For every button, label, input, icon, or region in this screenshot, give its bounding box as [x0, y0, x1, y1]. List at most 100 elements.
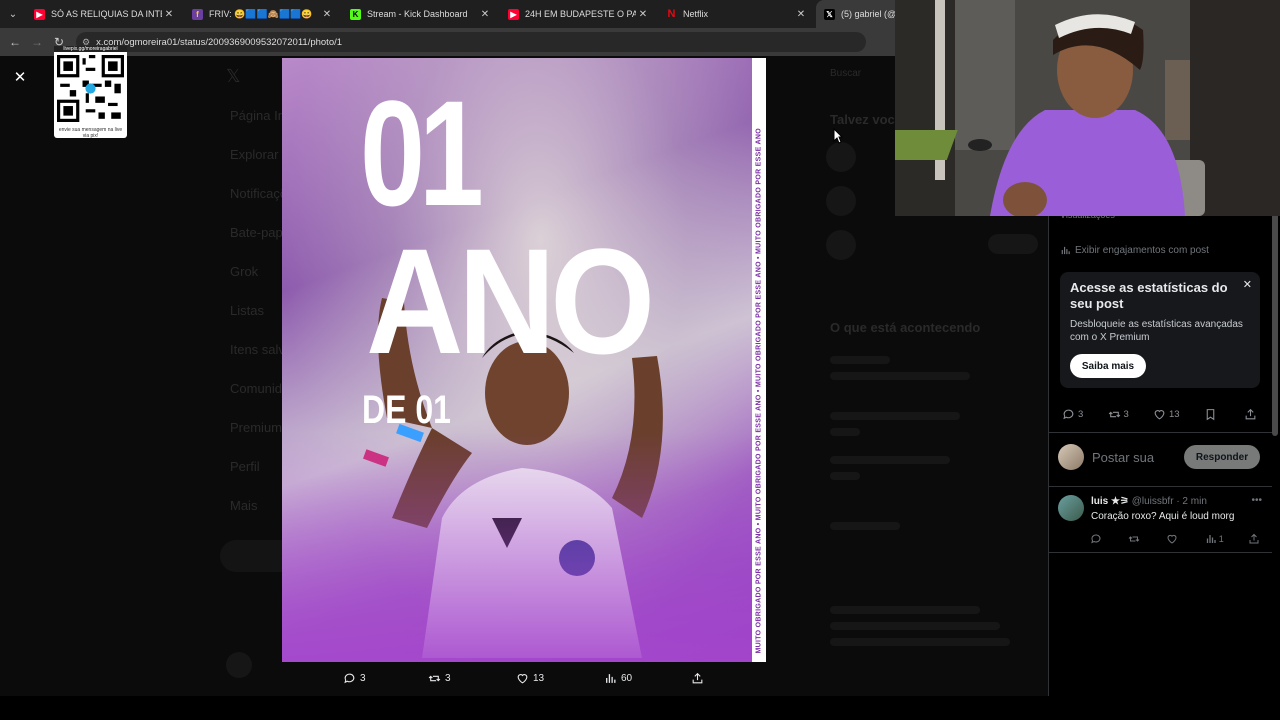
engagements-link-text: Exibir engajamentos com post — [1075, 245, 1209, 256]
streamer-webcam-image — [895, 0, 1280, 216]
avatar — [1058, 444, 1084, 470]
promo-title: Acesse as estatísticas do seu post — [1070, 280, 1228, 311]
close-tab-icon[interactable]: ✕ — [636, 9, 650, 20]
divider — [1048, 486, 1272, 487]
friv-icon: f — [192, 8, 203, 20]
comment-time: · 2 min — [1176, 496, 1207, 507]
close-promo-icon[interactable]: ✕ — [1243, 278, 1252, 291]
comment-like-button[interactable] — [1166, 533, 1180, 545]
divider — [1048, 432, 1272, 433]
views-icon — [1061, 246, 1070, 255]
learn-more-button[interactable]: Saiba mais — [1070, 354, 1146, 378]
share-icon — [1245, 408, 1256, 420]
reply-input[interactable]: Postar sua — [1092, 450, 1154, 465]
search-ghost: Buscar — [830, 68, 862, 79]
tab-title: Netflix — [683, 9, 709, 19]
netflix-icon: N — [667, 8, 676, 20]
reply-icon — [344, 673, 355, 683]
comment-views-count: 1 — [1218, 534, 1224, 544]
promo-text: Desbloqueie as estatísticas avançadas co… — [1070, 319, 1243, 343]
bookmark-icon — [1206, 409, 1215, 421]
back-icon[interactable]: ← — [4, 35, 26, 49]
webcam-overlay — [895, 0, 1280, 216]
reply-count: 3 — [1078, 409, 1084, 420]
avatar — [1058, 495, 1084, 521]
media-views-button[interactable]: 60 — [604, 670, 632, 686]
close-tab-icon[interactable]: ✕ — [320, 9, 334, 20]
media-reply-button[interactable]: 3 — [343, 670, 366, 686]
image-headline-number: 01 — [360, 69, 484, 237]
close-tab-icon[interactable]: ✕ — [162, 9, 176, 20]
tab-1[interactable]: f FRIV: 😄🟦🟦🙈🟦🟦😀 ✕ — [184, 0, 342, 28]
views-icon — [1206, 535, 1216, 543]
bookmark-button[interactable] — [1204, 408, 1220, 421]
tab-title: 24H EM BUDAPESTE O PAÍS MAIS — [525, 9, 636, 19]
mouse-cursor-icon — [833, 128, 843, 144]
tab-title: SÓ AS RELIQUIAS DA INTERNET — [51, 9, 162, 19]
nav-item: Listas — [230, 303, 264, 318]
heading-ghost: O que está acontecendo — [830, 320, 981, 335]
media-like-button[interactable]: 13 — [516, 670, 544, 686]
tab-4[interactable]: N Netflix ✕ — [658, 0, 816, 28]
nav-item: Bate-papo — [230, 225, 290, 240]
comment-header: luis ★⚞ @luissbfr · 2 min — [1091, 496, 1207, 507]
youtube-icon: ▶ — [34, 8, 45, 20]
qr-caption: envie sua mensagem na live via pix! — [58, 127, 123, 139]
image-side-strip: MUITO OBRIGADO POR ESSE ANO • MUITO OBRI… — [752, 58, 766, 662]
post-media-image[interactable]: 01 ANO DE 01 MUITO OBRIGADO POR ESSE ANO… — [282, 58, 766, 662]
share-button[interactable] — [1244, 408, 1260, 421]
tab-title: Stream - Kick Dashboard — [367, 9, 468, 19]
screen: { "browser": { "tabs": [ {"title": "SÓ A… — [0, 0, 1280, 720]
media-share-button[interactable] — [691, 670, 708, 686]
media-repost-button[interactable]: 3 — [428, 670, 451, 686]
repost-button[interactable]: 3 — [1108, 408, 1129, 421]
tab-2[interactable]: K Stream - Kick Dashboard ✕ — [342, 0, 500, 28]
qr-url: livepix.gg/moreiragabriel — [54, 46, 127, 52]
reply-submit-button[interactable]: Responder — [1184, 445, 1260, 469]
x-icon: 𝕏 — [824, 8, 835, 20]
youtube-icon: ▶ — [508, 8, 519, 20]
qr-code-icon — [57, 55, 124, 122]
comment-share-button[interactable] — [1248, 533, 1262, 545]
more-options-icon[interactable]: ••• — [1251, 495, 1262, 506]
close-tab-icon[interactable]: ✕ — [478, 9, 492, 20]
url-field[interactable]: ⚙ x.com/ogmoreira01/status/2009369009532… — [76, 32, 866, 52]
x-logo-icon: 𝕏 — [226, 66, 241, 86]
comment-repost-button[interactable] — [1128, 533, 1142, 545]
heart-icon — [1167, 534, 1177, 544]
comment-author[interactable]: luis ★⚞ — [1091, 496, 1129, 507]
image-side-text: MUITO OBRIGADO POR ESSE ANO • MUITO OBRI… — [755, 128, 763, 654]
comment-handle[interactable]: @luissbfr — [1132, 496, 1174, 507]
panel-scrollbar[interactable] — [1272, 210, 1278, 436]
repost-icon — [1108, 411, 1120, 418]
comment-views-button[interactable]: 1 — [1205, 533, 1224, 545]
premium-promo-card: Acesse as estatísticas do seu post Desbl… — [1060, 272, 1260, 388]
like-button[interactable]: 13 — [1153, 408, 1180, 421]
close-media-icon[interactable]: ✕ — [10, 68, 30, 88]
tab-3[interactable]: ▶ 24H EM BUDAPESTE O PAÍS MAIS ✕ — [500, 0, 658, 28]
forward-icon[interactable]: → — [26, 35, 48, 49]
engagements-link[interactable]: Exibir engajamentos com post — [1060, 245, 1209, 256]
share-icon — [692, 672, 703, 683]
like-count: 13 — [533, 672, 545, 684]
reply-icon — [1091, 534, 1101, 544]
reply-button[interactable]: 3 — [1062, 408, 1083, 421]
views-count: 60 — [621, 672, 633, 684]
comment-reply-button[interactable] — [1090, 533, 1104, 545]
reply-icon — [1063, 409, 1074, 420]
url-text: x.com/ogmoreira01/status/200936900953207… — [96, 36, 343, 48]
divider — [1048, 552, 1272, 553]
post-stats-row: 3 3 13 — [1062, 408, 1260, 421]
comment-actions: 1 — [1090, 533, 1262, 545]
nav-item: Perfil — [230, 459, 260, 474]
comment-text: Coração roxo? Aqui é loud morg — [1091, 511, 1235, 522]
close-tab-icon[interactable]: ✕ — [794, 9, 808, 20]
tab-search-icon[interactable]: ⌄ — [0, 0, 26, 28]
repost-count: 3 — [445, 672, 451, 684]
repost-icon — [1128, 536, 1140, 542]
reply-count: 3 — [360, 672, 366, 684]
like-count: 13 — [1169, 409, 1180, 420]
tab-0[interactable]: ▶ SÓ AS RELIQUIAS DA INTERNET ✕ — [26, 0, 184, 28]
nav-item: Premium — [230, 420, 283, 435]
nav-item: Explorar — [230, 147, 279, 162]
